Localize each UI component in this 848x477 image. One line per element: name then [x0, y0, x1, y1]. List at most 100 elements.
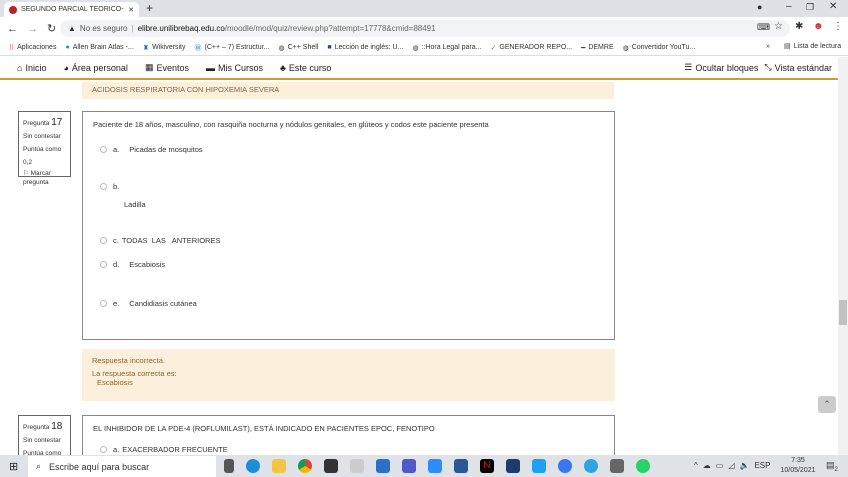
question-score: Puntúa como 0,2	[23, 146, 62, 166]
windows-start-icon[interactable]: ⊞	[9, 460, 18, 473]
correct-answer-label: La respuesta correcta es:	[92, 369, 177, 378]
wifi-icon[interactable]: ◿	[728, 461, 734, 470]
forward-icon[interactable]: →	[27, 23, 38, 35]
bookmark-item[interactable]: ■ Lección de inglés: U...	[327, 44, 403, 51]
option-b[interactable]: b.	[100, 182, 119, 191]
task-view-icon[interactable]	[224, 459, 234, 473]
word-icon[interactable]	[454, 459, 468, 473]
gimp-icon[interactable]	[610, 459, 624, 473]
option-c[interactable]: c. TODAS LAS ANTERIORES	[100, 236, 220, 245]
devc-icon[interactable]	[506, 459, 520, 473]
scrollbar[interactable]	[838, 57, 848, 455]
apps-grid-icon: ⠿	[9, 44, 15, 52]
chevron-up-icon[interactable]: ^	[694, 461, 698, 470]
back-icon[interactable]: ←	[7, 23, 18, 35]
bookmark-label: DEMRE	[588, 44, 614, 51]
warning-icon: ▲	[68, 24, 76, 33]
reading-list-button[interactable]: ▤ Lista de lectura	[784, 42, 841, 51]
option-e[interactable]: e. Candidiasis cutánea	[100, 299, 197, 308]
search-placeholder: Escribe aquí para buscar	[49, 461, 150, 472]
radio-button[interactable]	[100, 237, 107, 244]
twitter-icon[interactable]	[532, 459, 546, 473]
option-a[interactable]: a. EXACERBADOR FRECUENTE	[100, 445, 228, 454]
radio-button[interactable]	[100, 446, 107, 453]
bookmark-item[interactable]: ♜ Wikiversity	[143, 44, 186, 52]
signal-icon[interactable]	[558, 459, 572, 473]
nav-eventos[interactable]: ▦ Eventos	[145, 62, 189, 73]
clock[interactable]: 7:35 10/05/2021	[780, 456, 816, 476]
minimize-button[interactable]: –	[786, 1, 792, 12]
edge-icon[interactable]	[246, 459, 260, 473]
onedrive-icon[interactable]: ☁	[703, 461, 711, 470]
flag-icon: ⚐	[23, 170, 29, 177]
option-d[interactable]: d. Escabiosis	[100, 260, 165, 269]
bookmark-item[interactable]: ● Allen Brain Atlas -...	[65, 44, 133, 51]
new-tab-button[interactable]: +	[146, 1, 153, 15]
sitemap-icon: ♣	[280, 62, 286, 73]
radio-button[interactable]	[100, 261, 107, 268]
site-favicon-icon	[9, 5, 17, 14]
bookmark-item[interactable]: ✓ GENERADOR REPO...	[491, 44, 573, 52]
bookmark-item[interactable]: ◍::Hora Legal para...	[412, 44, 481, 52]
scroll-to-top-button[interactable]: ⌃	[818, 396, 836, 413]
scrollbar-thumb[interactable]	[839, 300, 847, 325]
close-window-button[interactable]: ✕	[829, 1, 837, 12]
avatar[interactable]: ☻	[813, 21, 824, 32]
bookmark-item[interactable]: ◍ C++ Shell	[278, 44, 318, 52]
telegram-icon[interactable]	[584, 459, 598, 473]
translate-icon[interactable]: ⌨	[757, 22, 770, 33]
radio-button[interactable]	[100, 183, 107, 190]
maximize-button[interactable]: ❐	[806, 2, 814, 13]
browser-tab[interactable]: SEGUNDO PARCIAL TEORICO-20 ✕	[4, 2, 139, 17]
address-bar[interactable]: ▲ No es seguro | elibre.unilibrebaq.edu.…	[60, 20, 790, 37]
question-status: Sin contestar	[23, 437, 61, 444]
option-text: EXACERBADOR FRECUENTE	[122, 445, 228, 454]
store-icon[interactable]	[324, 459, 338, 473]
bookmark-label: Wikiversity	[152, 44, 186, 51]
nav-label: Área personal	[71, 62, 128, 73]
bookmark-star-icon[interactable]: ☆	[774, 21, 783, 32]
profile-icon[interactable]: ●	[757, 2, 762, 12]
bookmark-item[interactable]: ━ DEMRE	[581, 44, 614, 52]
briefcase-icon: ▬	[205, 62, 215, 73]
radio-button[interactable]	[100, 146, 107, 153]
zoom-icon[interactable]	[428, 459, 442, 473]
bookmark-apps[interactable]: ⠿ Aplicaciones	[9, 44, 56, 52]
volume-icon[interactable]: 🔈	[739, 461, 749, 470]
radio-button[interactable]	[100, 300, 107, 307]
globe-icon: ◍	[622, 44, 629, 52]
netflix-icon[interactable]: N	[480, 459, 494, 473]
chrome-icon[interactable]	[298, 459, 312, 473]
bookmark-item[interactable]: ◍ Convertidor YouTu...	[623, 44, 696, 52]
question-text: EL INHIBIDOR DE LA PDE-4 (ROFLUMILAST), …	[93, 424, 435, 433]
menu-icon[interactable]: ⋮	[833, 21, 843, 32]
nav-area-personal[interactable]: ◕ Área personal	[63, 63, 127, 73]
reload-icon[interactable]: ↻	[47, 22, 56, 35]
flag-question-button[interactable]: ⚐ Marcar pregunta	[23, 169, 66, 187]
nav-label: Inicio	[25, 62, 47, 73]
nav-label: Eventos	[156, 62, 189, 73]
notifications-button[interactable]: ▤2	[826, 460, 838, 473]
globe-icon: ●	[65, 44, 70, 51]
file-explorer-icon[interactable]	[272, 459, 286, 473]
amazon-icon[interactable]	[350, 459, 364, 473]
nav-inicio[interactable]: ⌂ Inicio	[17, 63, 46, 73]
standard-view-button[interactable]: ⤡ Vista estándar	[764, 62, 832, 73]
bookmarks-bar: ⠿ Aplicaciones ● Allen Brain Atlas -... ♜ W…	[0, 40, 848, 56]
mail-icon[interactable]	[376, 459, 390, 473]
extensions-icon[interactable]: ✱	[795, 21, 803, 32]
nav-este-curso[interactable]: ♣ Este curso	[280, 63, 331, 73]
language-indicator[interactable]: ESP	[754, 461, 770, 470]
nav-mis-cursos[interactable]: ▬ Mis Cursos	[206, 63, 263, 73]
teams-icon[interactable]	[402, 459, 416, 473]
taskbar-search[interactable]: ⌕ Escribe aquí para buscar	[28, 456, 216, 477]
battery-icon[interactable]: ▭	[716, 461, 724, 470]
close-tab-icon[interactable]: ✕	[128, 6, 134, 14]
bookmark-item[interactable]: Ⓦ (C++ – 7) Estructur...	[195, 43, 270, 53]
option-a[interactable]: a. Picadas de mosquitos	[100, 145, 203, 154]
hide-blocks-button[interactable]: ☰ Ocultar bloques	[684, 62, 758, 73]
correct-answer: Escabiosis	[97, 378, 133, 387]
more-bookmarks-button[interactable]: »	[766, 43, 770, 50]
whatsapp-icon[interactable]	[636, 459, 650, 473]
hide-blocks-icon: ☰	[684, 62, 693, 72]
